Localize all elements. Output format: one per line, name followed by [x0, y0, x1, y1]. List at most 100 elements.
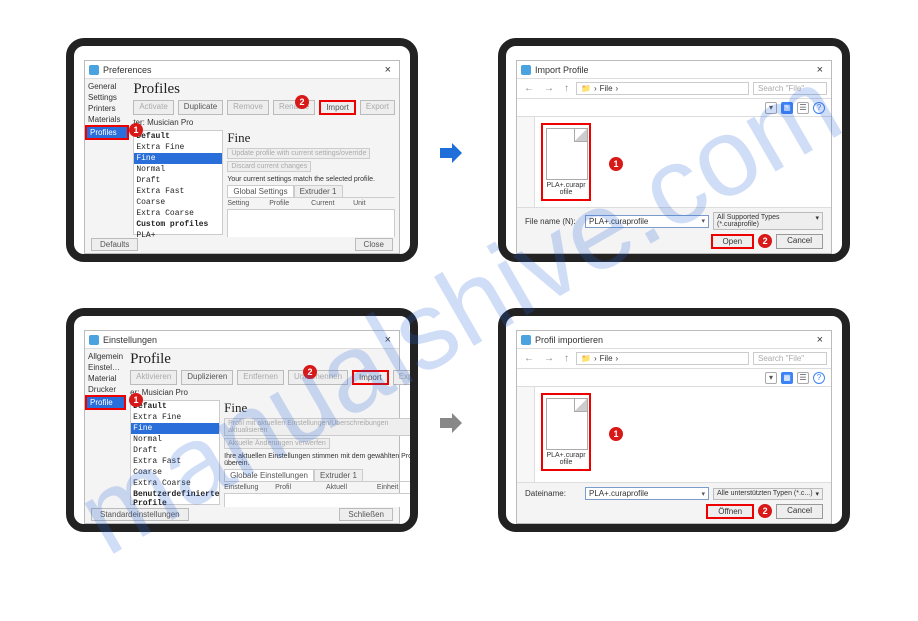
nav-fwd-icon[interactable]: → — [541, 83, 557, 94]
sidebar-item[interactable]: Material — [85, 373, 126, 384]
tab-global-settings[interactable]: Globale Einstellungen — [224, 469, 314, 481]
organize-dropdown[interactable]: ▾ — [765, 372, 777, 384]
profile-item[interactable]: Coarse — [131, 467, 219, 478]
export-button[interactable]: Export — [393, 370, 418, 385]
nav-up-icon[interactable]: ↑ — [561, 83, 572, 94]
update-profile-button[interactable]: Profil mit aktuellen Einstellungen/Übers… — [224, 418, 418, 436]
profile-item[interactable]: PLA+ — [134, 230, 222, 237]
open-button[interactable]: Öffnen — [706, 504, 754, 519]
dropdown-caret-icon[interactable]: ▾ — [701, 217, 705, 225]
profile-item[interactable]: Extra Coarse — [134, 208, 222, 219]
tab-extruder[interactable]: Extruder 1 — [314, 469, 363, 481]
profile-item-selected[interactable]: Fine — [134, 153, 222, 164]
profile-item[interactable]: Normal — [131, 434, 219, 445]
sidebar-item[interactable]: Printers — [85, 103, 129, 114]
discard-changes-button[interactable]: Aktuelle Änderungen verwerfen — [224, 438, 330, 449]
rename-button[interactable]: Umbenennen — [288, 370, 348, 385]
help-icon[interactable]: ? — [813, 372, 825, 384]
step-badge-1: 1 — [609, 157, 623, 171]
file-item[interactable]: PLA+.curaprofile — [541, 393, 591, 471]
help-icon[interactable]: ? — [813, 102, 825, 114]
filename-input[interactable]: PLA+.curaprofile ▾ — [585, 215, 709, 228]
profile-item-selected[interactable]: Fine — [131, 423, 219, 434]
section-heading: Profile — [126, 349, 418, 368]
profile-item[interactable]: Coarse — [134, 197, 222, 208]
tab-global-settings[interactable]: Global Settings — [227, 185, 293, 197]
file-name-label: PLA+.curaprofile — [546, 452, 586, 466]
profile-item[interactable]: Draft — [131, 445, 219, 456]
sidebar-item-profiles[interactable]: Profiles — [85, 125, 129, 140]
filename-input[interactable]: PLA+.curaprofile ▾ — [585, 487, 709, 500]
filetype-filter[interactable]: All Supported Types (*.curaprofile) ▾ — [713, 212, 823, 230]
close-icon[interactable]: × — [381, 334, 395, 346]
search-input[interactable]: Search "File" — [753, 352, 827, 365]
discard-changes-button[interactable]: Discard current changes — [227, 161, 311, 172]
settings-grid-header: Einstellung Profil Aktuell Einheit — [224, 482, 418, 494]
import-button[interactable]: Import — [319, 100, 356, 115]
profile-item[interactable]: Normal — [134, 164, 222, 175]
profile-item[interactable]: Extra Fast — [131, 456, 219, 467]
organize-dropdown[interactable]: ▾ — [765, 102, 777, 114]
export-button[interactable]: Export — [360, 100, 395, 115]
filter-text: All Supported Types (*.curaprofile) — [717, 214, 815, 228]
prefs-sidebar: Allgemein Einstel… Material Drucker Prof… — [85, 349, 126, 507]
view-tiles-button[interactable]: ▦ — [781, 372, 793, 384]
file-item[interactable]: PLA+.curaprofile — [541, 123, 591, 201]
profile-item[interactable]: Draft — [134, 175, 222, 186]
sidebar-item[interactable]: General — [85, 81, 129, 92]
profile-detail-title: Fine — [224, 400, 418, 416]
update-profile-button[interactable]: Update profile with current settings/ove… — [227, 148, 370, 159]
list-header-default: Default — [134, 131, 222, 142]
profile-item[interactable]: Extra Fast — [134, 186, 222, 197]
view-list-button[interactable]: ☰ — [797, 102, 809, 114]
path-box[interactable]: 📁 › File › — [576, 82, 749, 95]
profile-item[interactable]: Extra Coarse — [131, 478, 219, 489]
activate-button[interactable]: Aktivieren — [130, 370, 177, 385]
close-icon[interactable]: × — [381, 64, 395, 76]
dropdown-caret-icon[interactable]: ▾ — [701, 490, 705, 498]
close-icon[interactable]: × — [813, 334, 827, 346]
sidebar-item[interactable]: Materials — [85, 114, 129, 125]
nav-fwd-icon[interactable]: → — [541, 353, 557, 364]
cancel-button[interactable]: Cancel — [776, 504, 823, 519]
open-button[interactable]: Open — [711, 234, 755, 249]
app-icon — [89, 335, 99, 345]
sidebar-item-profile[interactable]: Profile — [85, 395, 126, 410]
list-header-custom: Custom profiles — [134, 219, 222, 230]
profile-item[interactable]: Extra Fine — [134, 142, 222, 153]
app-icon — [521, 65, 531, 75]
sidebar-item[interactable]: Allgemein — [85, 351, 126, 362]
search-input[interactable]: Search "File" — [753, 82, 827, 95]
remove-button[interactable]: Entfernen — [237, 370, 284, 385]
nav-back-icon[interactable]: ← — [521, 353, 537, 364]
close-button[interactable]: Schließen — [339, 508, 393, 521]
tab-extruder[interactable]: Extruder 1 — [294, 185, 343, 197]
duplicate-button[interactable]: Duplicate — [178, 100, 223, 115]
close-button[interactable]: Close — [355, 238, 393, 251]
path-segment[interactable]: File — [600, 354, 613, 363]
nav-back-icon[interactable]: ← — [521, 83, 537, 94]
remove-button[interactable]: Remove — [227, 100, 269, 115]
path-box[interactable]: 📁 › File › — [576, 352, 749, 365]
dropdown-caret-icon: ▾ — [815, 490, 819, 498]
defaults-button[interactable]: Standardeinstellungen — [91, 508, 189, 521]
nav-up-icon[interactable]: ↑ — [561, 353, 572, 364]
import-de-window: Profil importieren × ← → ↑ 📁 › File › Se… — [516, 330, 832, 524]
sidebar-item[interactable]: Drucker — [85, 384, 126, 395]
view-tiles-button[interactable]: ▦ — [781, 102, 793, 114]
sidebar-item[interactable]: Settings — [85, 92, 129, 103]
import-button[interactable]: Import — [352, 370, 389, 385]
step-badge-1: 1 — [129, 123, 143, 137]
close-icon[interactable]: × — [813, 64, 827, 76]
filetype-filter[interactable]: Alle unterstützten Typen (*.c...) ▾ — [713, 488, 823, 500]
activate-button[interactable]: Activate — [133, 100, 173, 115]
profile-item[interactable]: Extra Fine — [131, 412, 219, 423]
path-segment[interactable]: File — [600, 84, 613, 93]
view-list-button[interactable]: ☰ — [797, 372, 809, 384]
col-setting: Setting — [227, 200, 269, 207]
sidebar-item[interactable]: Einstel… — [85, 362, 126, 373]
cancel-button[interactable]: Cancel — [776, 234, 823, 249]
duplicate-button[interactable]: Duplizieren — [181, 370, 233, 385]
path-chevron-icon: › — [594, 84, 597, 93]
defaults-button[interactable]: Defaults — [91, 238, 138, 251]
